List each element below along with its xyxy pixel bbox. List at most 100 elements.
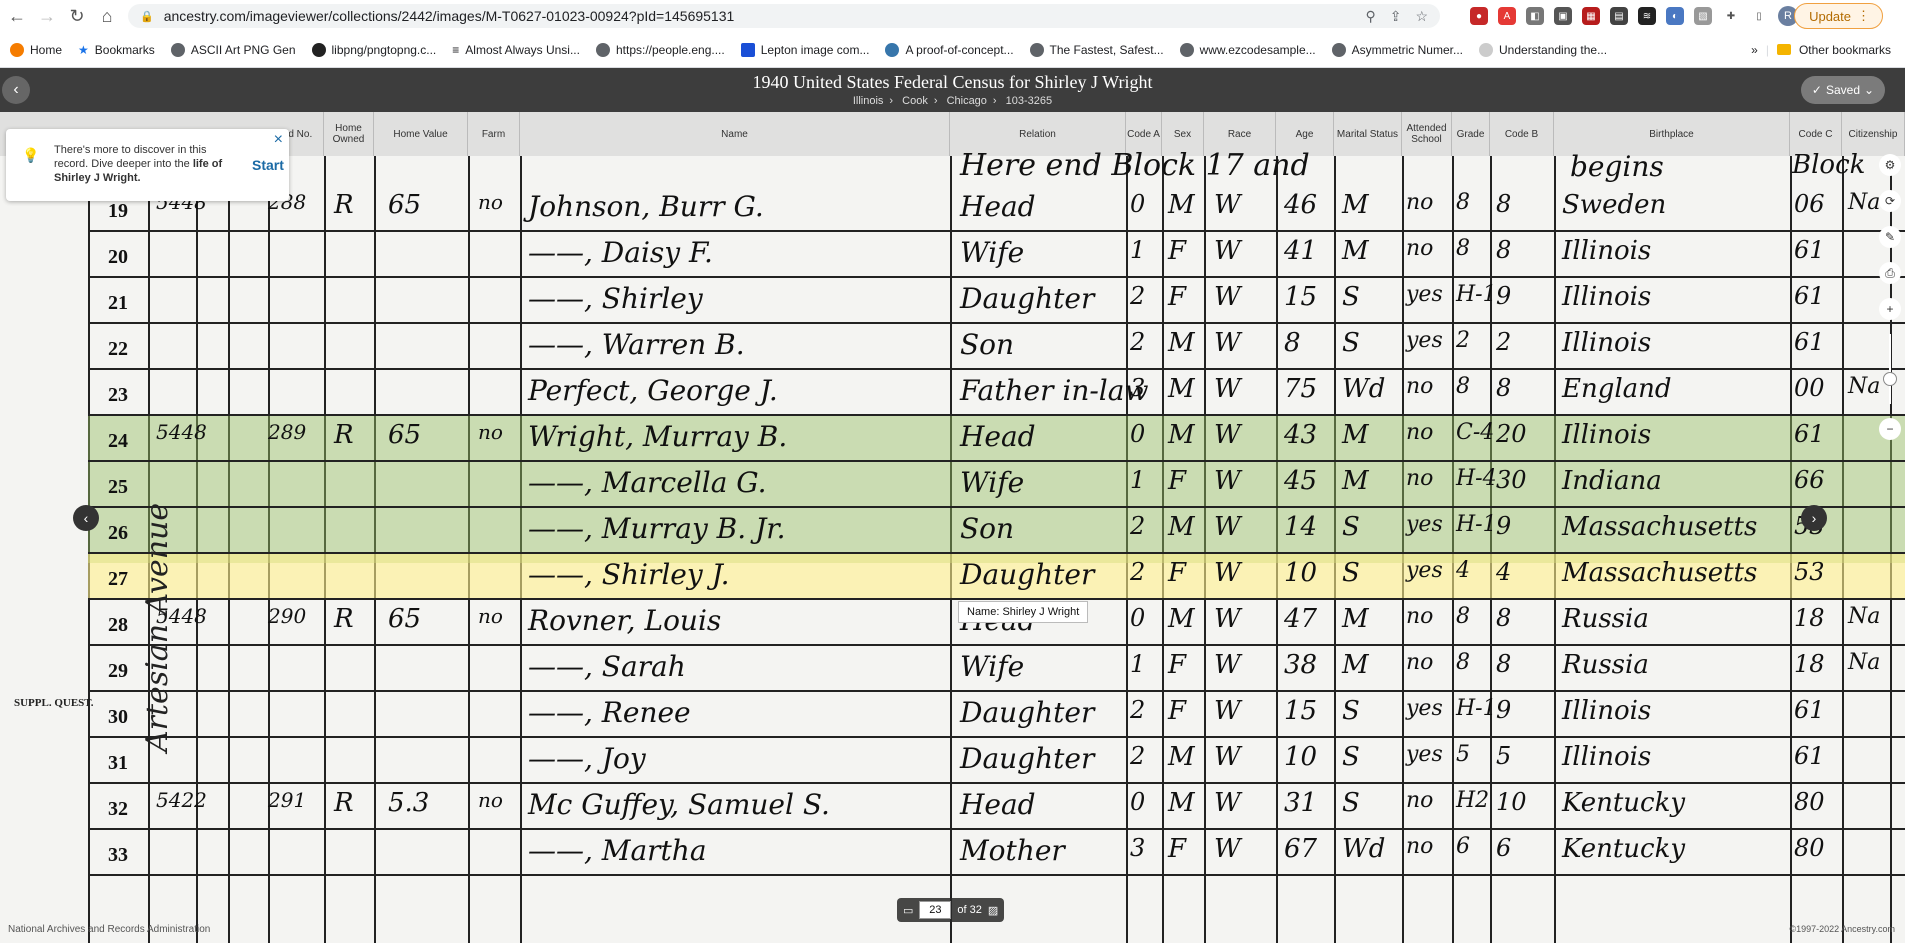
line-number: 28: [108, 614, 128, 636]
bookmark-libpng[interactable]: libpng/pngtopng.c...: [311, 42, 436, 57]
github-icon: [311, 42, 326, 57]
cell-codeb: 8: [1496, 650, 1512, 678]
cell-marital: S: [1342, 282, 1360, 312]
bookmark-understanding[interactable]: Understanding the...: [1479, 42, 1607, 57]
forward-arrow-icon[interactable]: →: [34, 3, 60, 29]
share-icon[interactable]: ⇪: [1390, 8, 1402, 25]
breadcrumb-county[interactable]: Cook: [902, 95, 928, 107]
cell-value: 65: [388, 420, 422, 450]
rotate-icon[interactable]: ⟳: [1879, 190, 1901, 212]
census-image[interactable]: ed No. Home Owned Home Value Farm Name Relati…: [0, 112, 1905, 943]
cell-sex: M: [1168, 604, 1195, 634]
cell-school: no: [1406, 466, 1434, 491]
bookmark-bookmarks[interactable]: ★ Bookmarks: [78, 43, 155, 57]
column-header: Attended School: [1402, 112, 1452, 156]
cell-codeb: 8: [1496, 374, 1512, 402]
cell-marital: S: [1342, 742, 1360, 772]
zoom-icon[interactable]: ⚲: [1365, 8, 1375, 25]
cell-marital: S: [1342, 696, 1360, 726]
cell-relation: Daughter: [960, 558, 1095, 591]
next-image-icon[interactable]: ›: [1801, 505, 1827, 531]
cell-owned: R: [334, 604, 354, 634]
print-icon[interactable]: ⎙: [1879, 262, 1901, 284]
extension-icon[interactable]: ▧: [1694, 7, 1712, 25]
cell-codea: 0: [1130, 604, 1146, 632]
saved-button[interactable]: ✓ Saved ⌄: [1801, 76, 1885, 104]
bookmark-ezcodesample[interactable]: www.ezcodesample...: [1179, 42, 1316, 57]
column-header: Code B: [1490, 112, 1554, 156]
home-icon[interactable]: ⌂: [94, 3, 120, 29]
cell-codec: 00: [1794, 374, 1825, 402]
zoom-in-icon[interactable]: +: [1879, 298, 1901, 320]
start-button[interactable]: Start: [252, 157, 284, 173]
bookmark-almost-always[interactable]: ≡ Almost Always Unsi...: [452, 43, 580, 57]
cell-school: no: [1406, 834, 1434, 859]
page-number-input[interactable]: [919, 901, 952, 919]
close-icon[interactable]: ×: [274, 131, 283, 149]
update-button[interactable]: Update ⋮: [1794, 3, 1883, 29]
cell-birthplace: Russia: [1562, 650, 1649, 680]
cell-school: no: [1406, 420, 1434, 445]
extension-icon[interactable]: ◧: [1526, 7, 1544, 25]
cell-school: yes: [1406, 696, 1443, 721]
cell-marital: M: [1342, 604, 1369, 634]
cell-owned: R: [334, 190, 354, 220]
cell-grade: 8: [1456, 604, 1470, 629]
cell-fam: 291: [268, 788, 307, 812]
puzzle-extensions-icon[interactable]: ✚: [1722, 7, 1740, 25]
pin-icon[interactable]: ✎: [1879, 226, 1901, 248]
thumbnail-icon[interactable]: ▭: [903, 904, 913, 917]
cell-codea: 1: [1130, 236, 1146, 264]
cell-codea: 3: [1130, 834, 1146, 862]
cell-codec: 53: [1794, 558, 1825, 586]
breadcrumb-state[interactable]: Illinois: [853, 95, 884, 107]
extension-icon[interactable]: ▣: [1554, 7, 1572, 25]
cell-codec: 61: [1794, 282, 1825, 310]
cell-codec: 80: [1794, 788, 1825, 816]
sidebar-icon[interactable]: ▯: [1750, 7, 1768, 25]
extension-icon[interactable]: ▤: [1610, 7, 1628, 25]
bookmark-lepton[interactable]: Lepton image com...: [740, 42, 869, 57]
bookmark-fastest-safest[interactable]: The Fastest, Safest...: [1029, 42, 1164, 57]
cell-codea: 3: [1130, 374, 1146, 402]
settings-icon[interactable]: ⚙: [1879, 154, 1901, 176]
cell-age: 47: [1284, 604, 1318, 634]
reload-icon[interactable]: ↻: [64, 3, 90, 29]
wikipedia-icon: [1479, 42, 1493, 57]
suppl-quest-label: SUPPL. QUEST.: [14, 697, 94, 709]
bookmark-proof-of-concept[interactable]: A proof-of-concept...: [885, 42, 1014, 57]
globe-icon: [1331, 42, 1346, 57]
cell-school: no: [1406, 650, 1434, 675]
zoom-knob[interactable]: [1883, 372, 1897, 386]
line-number: 20: [108, 246, 128, 268]
cell-school: yes: [1406, 558, 1443, 583]
zoom-slider[interactable]: [1883, 334, 1897, 404]
index-panel-icon[interactable]: ▨: [988, 904, 998, 917]
bookmark-home[interactable]: Home: [10, 42, 62, 57]
bookmark-people-eng[interactable]: https://people.eng....: [595, 42, 725, 57]
address-bar[interactable]: 🔒 ancestry.com/imageviewer/collections/2…: [128, 4, 1440, 28]
breadcrumb-district[interactable]: 103-3265: [1006, 95, 1053, 107]
cell-school: yes: [1406, 328, 1443, 353]
cell-relation: Wife: [960, 466, 1025, 499]
bookmark-star-icon[interactable]: ☆: [1415, 8, 1428, 25]
breadcrumb-city[interactable]: Chicago: [947, 95, 987, 107]
cell-birthplace: Illinois: [1562, 282, 1652, 312]
more-bookmarks-chevron[interactable]: »: [1751, 43, 1758, 57]
cell-name: ——, Marcella G.: [528, 466, 767, 499]
other-bookmarks[interactable]: Other bookmarks: [1799, 43, 1891, 57]
cell-relation: Wife: [960, 650, 1025, 683]
bookmark-ascii-art[interactable]: ASCII Art PNG Gen: [170, 42, 296, 57]
zoom-out-icon[interactable]: −: [1879, 418, 1901, 440]
extension-icon[interactable]: ●: [1470, 7, 1488, 25]
bookmark-asymmetric[interactable]: Asymmetric Numer...: [1331, 42, 1463, 57]
back-arrow-icon[interactable]: ←: [4, 3, 30, 29]
extension-icon[interactable]: ◐: [1666, 7, 1684, 25]
extension-icon[interactable]: ▦: [1582, 7, 1600, 25]
adblock-extension-icon[interactable]: A: [1498, 7, 1516, 25]
cell-birthplace: Illinois: [1562, 420, 1652, 450]
cell-sex: F: [1168, 558, 1187, 588]
layers-extension-icon[interactable]: ≋: [1638, 7, 1656, 25]
cell-sex: M: [1168, 328, 1195, 358]
previous-image-icon[interactable]: ‹: [73, 505, 99, 531]
